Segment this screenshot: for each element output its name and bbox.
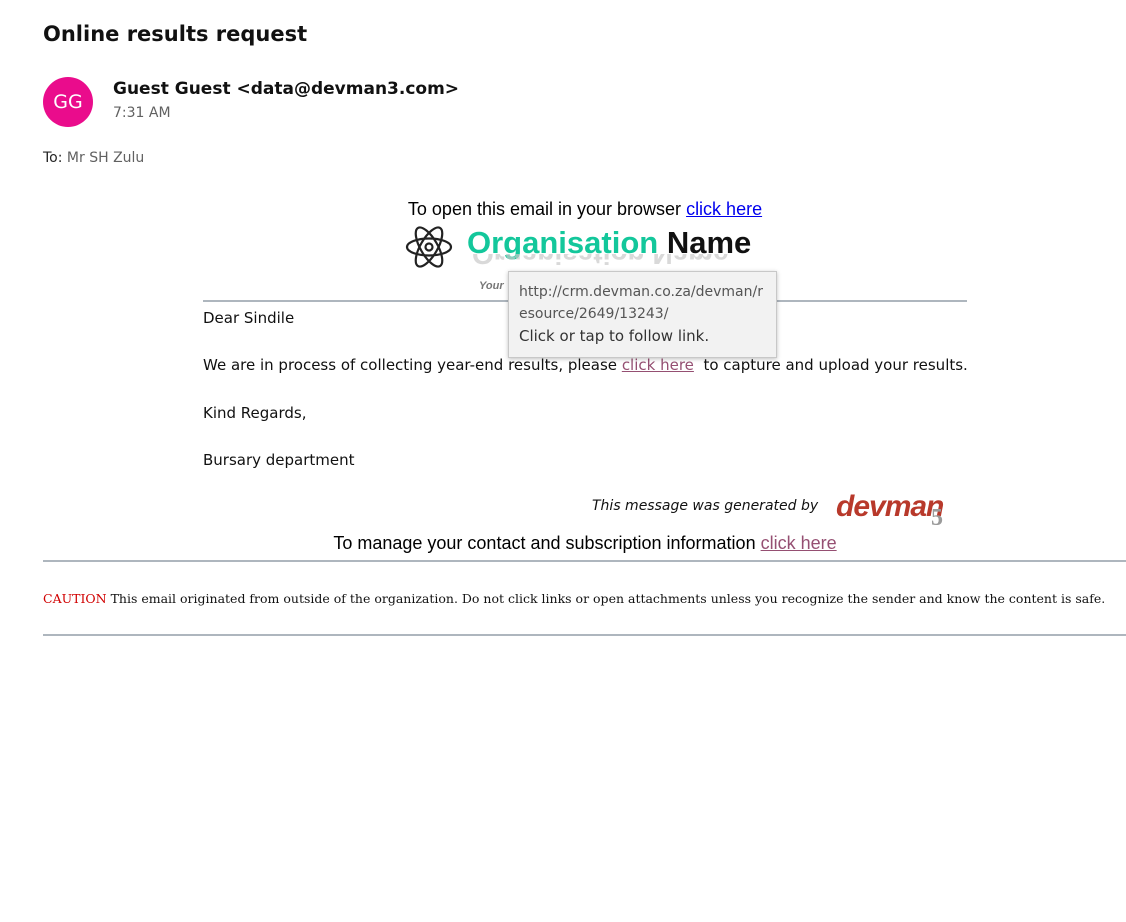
recipient-name[interactable]: Mr SH Zulu bbox=[67, 150, 144, 166]
sender-avatar[interactable]: GG bbox=[43, 77, 93, 127]
open-in-browser-link[interactable]: click here bbox=[686, 199, 762, 219]
open-in-browser-text: To open this email in your browser bbox=[407, 199, 682, 219]
request-line: We are in process of collecting year-end… bbox=[203, 356, 968, 374]
tooltip-url: http://crm.devman.co.za/devman/resource/… bbox=[519, 284, 763, 322]
email-subject: Online results request bbox=[43, 22, 308, 46]
link-tooltip: http://crm.devman.co.za/devman/resource/… bbox=[508, 271, 777, 358]
manage-subscription-text: To manage your contact and subscription … bbox=[333, 533, 756, 553]
upload-results-link[interactable]: click here bbox=[622, 356, 694, 374]
manage-subscription-link[interactable]: click here bbox=[761, 533, 837, 553]
caution-banner: CAUTION This email originated from outsi… bbox=[43, 591, 1105, 606]
caution-bottom-divider bbox=[43, 634, 1126, 636]
open-in-browser-line: To open this email in your browser click… bbox=[0, 199, 1126, 220]
sender-name[interactable]: Guest Guest <data@devman3.com> bbox=[113, 79, 459, 99]
request-text-before: We are in process of collecting year-end… bbox=[203, 356, 618, 374]
tooltip-hint: Click or tap to follow link. bbox=[519, 327, 710, 345]
caution-text: This email originated from outside of th… bbox=[110, 591, 1106, 606]
generated-by-text: This message was generated by bbox=[592, 498, 819, 514]
atom-icon bbox=[405, 226, 453, 268]
devman-logo: devman bbox=[836, 490, 944, 523]
sent-time: 7:31 AM bbox=[113, 105, 171, 121]
greeting: Dear Sindile bbox=[203, 309, 295, 327]
recipient-line: To: Mr SH Zulu bbox=[43, 150, 144, 166]
caution-label: CAUTION bbox=[43, 591, 107, 606]
manage-subscription-line: To manage your contact and subscription … bbox=[0, 533, 1126, 554]
logo-reflection: Organisation Name bbox=[472, 254, 729, 270]
to-label: To: bbox=[43, 150, 63, 166]
regards: Kind Regards, bbox=[203, 404, 307, 422]
request-text-after: to capture and upload your results. bbox=[703, 356, 968, 374]
caution-top-divider bbox=[43, 560, 1126, 562]
signature: Bursary department bbox=[203, 451, 355, 469]
devman-version-mark: 5 bbox=[931, 505, 943, 531]
organisation-tagline: Your bbox=[479, 280, 504, 292]
